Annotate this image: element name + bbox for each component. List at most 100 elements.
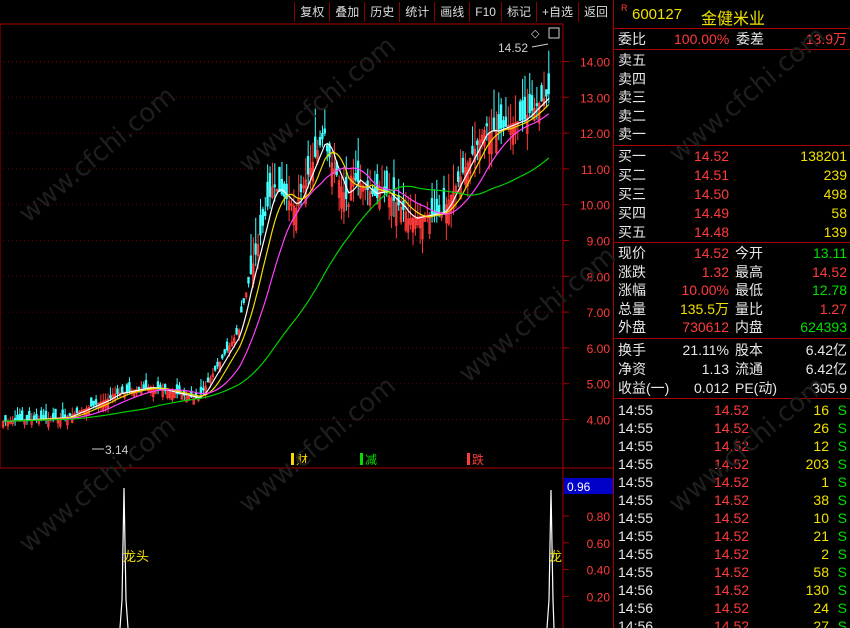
candle-body [213, 365, 217, 371]
candle-body [247, 276, 250, 284]
tick-row: 14:56 14.52 130 S [614, 581, 850, 599]
candle-body [223, 349, 226, 355]
quote-label: 现价 [618, 245, 646, 261]
tick-flag: S [837, 528, 847, 544]
bid-volume: 239 [823, 167, 847, 183]
tick-price: 14.52 [714, 546, 750, 562]
tick-price: 14.52 [714, 618, 750, 628]
price-axis-label: 13.00 [580, 91, 610, 105]
candle-body [299, 183, 303, 193]
finance-label: PE(动) [735, 379, 777, 396]
candle-body [40, 410, 43, 420]
ask-row: 卖二 [614, 107, 850, 125]
candle-body [485, 123, 488, 127]
chart-toolbar: 复权 叠加 历史 统计 画线 F10 标记 +自选 返回 [294, 2, 613, 22]
back-button[interactable]: 返回 [577, 2, 613, 22]
candle-body [273, 184, 276, 188]
tick-volume: 16 [813, 402, 829, 418]
tick-flag: S [837, 420, 847, 436]
candle-body [51, 413, 55, 419]
candle-body [92, 400, 95, 406]
price-axis-label: 4.00 [587, 414, 611, 428]
f10-button[interactable]: F10 [469, 2, 501, 22]
quote-value: 624393 [800, 319, 847, 336]
candle-body [356, 160, 360, 183]
candle-body [235, 328, 238, 335]
tick-price: 14.52 [714, 420, 750, 436]
tick-price: 14.52 [714, 600, 750, 616]
candle-body [109, 395, 112, 399]
candle-body [206, 377, 210, 383]
candle-body [547, 73, 550, 95]
tick-flag: S [837, 546, 847, 562]
quote-value: 1.27 [819, 300, 847, 317]
bid-price: 14.48 [694, 224, 730, 240]
candle-body [318, 136, 322, 146]
candle-body [35, 413, 38, 420]
tick-flag: S [837, 402, 847, 418]
candle-body [259, 214, 262, 236]
tick-time: 14:55 [618, 510, 654, 526]
bid-volume: 58 [831, 205, 847, 221]
tick-time: 14:55 [618, 492, 654, 508]
low-price-label: 3.14 [105, 443, 129, 457]
add-watchlist-button[interactable]: +自选 [535, 2, 578, 22]
tick-volume: 21 [813, 528, 829, 544]
kline-chart-area[interactable]: 14.00 13.00 12.00 11.00 10.00 9.00 8.00 7.00 6.0… [0, 0, 613, 628]
bid-volume: 138201 [800, 148, 847, 164]
window-icon [548, 27, 560, 39]
candle-body [354, 172, 357, 181]
tick-flag: S [837, 564, 847, 580]
candle-body [266, 181, 269, 207]
finance-value: 1.13 [701, 360, 729, 377]
finance-label: 换手 [618, 342, 646, 358]
candle-body [18, 413, 21, 421]
bid-price: 14.50 [694, 186, 730, 202]
quote-value: 14.52 [811, 263, 847, 280]
kline-chart[interactable]: 14.00 13.00 12.00 11.00 10.00 9.00 8.00 7.00 6.0… [0, 0, 613, 628]
tick-flag: S [837, 582, 847, 598]
finance-row: 净资 1.13 流通 6.42亿 [614, 360, 850, 378]
bid-row: 买三 14.50 498 [614, 185, 850, 203]
candle-body [116, 388, 119, 394]
candle-body [442, 188, 446, 213]
bid-label: 买四 [618, 205, 646, 221]
ask-label: 卖二 [618, 107, 646, 124]
stock-code: 600127 [632, 6, 683, 23]
tick-volume: 58 [813, 564, 829, 580]
candle-body [261, 208, 264, 226]
candle-body [535, 103, 538, 107]
candle-body [54, 408, 57, 419]
price-axis-label: 5.00 [587, 378, 611, 392]
candle-body [435, 198, 438, 214]
tick-flag: S [837, 474, 847, 490]
event-marker-tag [467, 453, 470, 465]
tick-time: 14:55 [618, 420, 654, 436]
quote-value: 12.78 [811, 282, 847, 299]
moving-average-line [3, 113, 550, 422]
bid-row: 买五 14.48 139 [614, 223, 850, 241]
candle-body [268, 172, 272, 197]
indicator-value: 0.96 [567, 480, 591, 494]
candle-body [280, 179, 284, 195]
restore-rights-button[interactable]: 复权 [294, 2, 330, 22]
ask-row: 卖三 [614, 88, 850, 106]
ask-label: 卖五 [618, 52, 646, 68]
tick-time: 14:55 [618, 546, 654, 562]
draw-line-button[interactable]: 画线 [434, 2, 470, 22]
candle-body [125, 384, 129, 392]
history-button[interactable]: 历史 [364, 2, 400, 22]
candle-body [61, 409, 64, 419]
candle-body [263, 211, 267, 217]
mark-button[interactable]: 标记 [500, 2, 536, 22]
tick-row: 14:55 14.52 21 S [614, 527, 850, 545]
bid-row: 买二 14.51 239 [614, 166, 850, 184]
candle-body [504, 116, 508, 127]
overlay-button[interactable]: 叠加 [329, 2, 365, 22]
bid-row: 买四 14.49 58 [614, 204, 850, 222]
statistics-button[interactable]: 统计 [399, 2, 435, 22]
bid-price: 14.52 [694, 148, 730, 164]
candle-body [456, 171, 460, 182]
stock-badge: R [621, 3, 628, 13]
candle-body [461, 157, 465, 173]
